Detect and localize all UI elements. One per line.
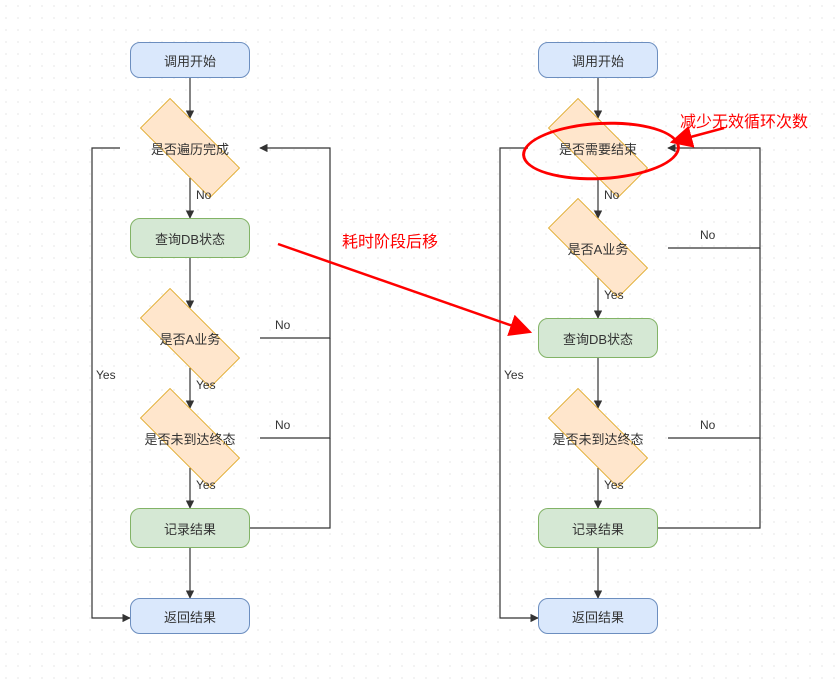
left-decision-not-final-label: 是否未到达终态 bbox=[140, 429, 239, 448]
left-process-query-db: 查询DB状态 bbox=[130, 218, 250, 258]
left-dec2-no: No bbox=[275, 318, 290, 332]
right-decision-is-a: 是否A业务 bbox=[528, 218, 668, 278]
left-decision-is-a: 是否A业务 bbox=[120, 308, 260, 368]
right-dec2-yes: Yes bbox=[604, 288, 624, 302]
left-decision-not-final: 是否未到达终态 bbox=[120, 408, 260, 468]
right-return: 返回结果 bbox=[538, 598, 658, 634]
right-dec1-yes: Yes bbox=[504, 368, 524, 382]
right-process-record: 记录结果 bbox=[538, 508, 658, 548]
right-return-label: 返回结果 bbox=[572, 607, 624, 626]
right-process-query-db-label: 查询DB状态 bbox=[563, 329, 633, 348]
annotation-reduce-loops: 减少无效循环次数 bbox=[680, 108, 808, 132]
left-process-query-db-label: 查询DB状态 bbox=[155, 229, 225, 248]
left-return: 返回结果 bbox=[130, 598, 250, 634]
left-process-record: 记录结果 bbox=[130, 508, 250, 548]
right-dec3-yes: Yes bbox=[604, 478, 624, 492]
right-start: 调用开始 bbox=[538, 42, 658, 78]
left-decision-is-a-label: 是否A业务 bbox=[156, 329, 225, 348]
left-start-label: 调用开始 bbox=[164, 51, 216, 70]
left-dec3-no: No bbox=[275, 418, 290, 432]
right-decision-need-end-label: 是否需要结束 bbox=[555, 139, 641, 158]
right-dec1-no: No bbox=[604, 188, 619, 202]
right-start-label: 调用开始 bbox=[572, 51, 624, 70]
left-return-label: 返回结果 bbox=[164, 607, 216, 626]
left-decision-traversal-label: 是否遍历完成 bbox=[147, 139, 233, 158]
right-decision-not-final: 是否未到达终态 bbox=[528, 408, 668, 468]
diagram-canvas: 调用开始 是否遍历完成 查询DB状态 是否A业务 是否未到达终态 记录结果 返回… bbox=[0, 0, 836, 682]
left-start: 调用开始 bbox=[130, 42, 250, 78]
left-decision-traversal-done: 是否遍历完成 bbox=[120, 118, 260, 178]
left-dec1-yes: Yes bbox=[96, 368, 116, 382]
left-process-record-label: 记录结果 bbox=[164, 519, 216, 538]
right-decision-is-a-label: 是否A业务 bbox=[564, 239, 633, 258]
left-dec3-yes: Yes bbox=[196, 478, 216, 492]
left-dec1-no: No bbox=[196, 188, 211, 202]
left-dec2-yes: Yes bbox=[196, 378, 216, 392]
right-dec2-no: No bbox=[700, 228, 715, 242]
right-process-record-label: 记录结果 bbox=[572, 519, 624, 538]
right-dec3-no: No bbox=[700, 418, 715, 432]
right-decision-not-final-label: 是否未到达终态 bbox=[548, 429, 647, 448]
annotation-delay-phase: 耗时阶段后移 bbox=[342, 228, 438, 252]
right-process-query-db: 查询DB状态 bbox=[538, 318, 658, 358]
